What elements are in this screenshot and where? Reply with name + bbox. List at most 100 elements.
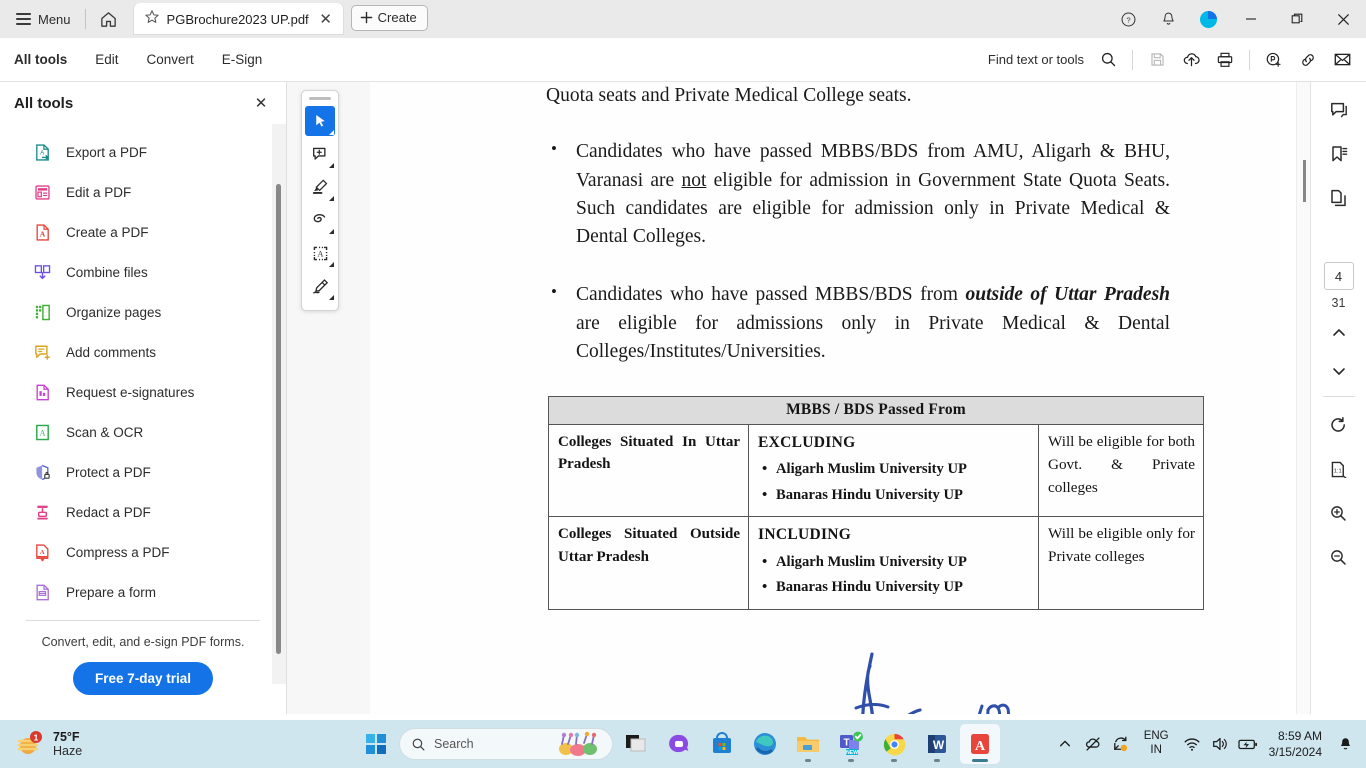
close-icon[interactable]: ✕ (250, 92, 272, 114)
toolbar-drag-handle[interactable] (309, 97, 331, 100)
microsoft-store-icon[interactable] (702, 724, 742, 764)
right-toolbar-divider (1322, 396, 1355, 397)
comment-panel-icon[interactable] (1323, 94, 1355, 126)
tab-all-tools[interactable]: All tools (0, 38, 81, 82)
adobe-acrobat-icon[interactable]: A (960, 724, 1000, 764)
sidebar-item-edit-a-pdf[interactable]: Edit a PDF (0, 172, 286, 212)
create-button[interactable]: Create (350, 4, 428, 31)
account-avatar[interactable] (1193, 4, 1223, 34)
share-link-icon[interactable] (1292, 44, 1324, 76)
microsoft-word-icon[interactable]: W (917, 724, 957, 764)
microsoft-teams-icon[interactable]: T NEW (831, 724, 871, 764)
next-page-icon[interactable] (1323, 356, 1355, 386)
page-number-input[interactable]: 4 (1323, 262, 1354, 290)
sidebar-item-label: Redact a PDF (66, 504, 151, 520)
free-trial-button[interactable]: Free 7-day trial (72, 662, 214, 695)
previous-page-icon[interactable] (1323, 318, 1355, 348)
sidebar-scrollbar-thumb[interactable] (276, 184, 281, 654)
taskbar-search[interactable]: Search (399, 728, 613, 760)
microsoft-edge-icon[interactable] (745, 724, 785, 764)
sidebar-item-export-a-pdf[interactable]: A Export a PDF (0, 132, 286, 172)
battery-charging-icon[interactable] (1235, 729, 1261, 759)
acrobat-window: Menu PGBrochure2023 UP.pdf ✕ Create ? Al… (0, 0, 1366, 768)
weather-widget[interactable]: 1 75°F Haze (0, 729, 82, 759)
draw-tool-button[interactable] (305, 205, 335, 235)
search-decoration-icon (559, 731, 597, 756)
clock-date: 3/15/2024 (1268, 745, 1322, 759)
task-view-icon[interactable] (616, 724, 656, 764)
select-tool-button[interactable] (305, 106, 335, 136)
add-comment-tool-button[interactable] (305, 139, 335, 169)
print-icon[interactable] (1209, 44, 1241, 76)
star-icon[interactable] (144, 9, 160, 30)
bookmark-panel-icon[interactable] (1323, 138, 1355, 170)
sync-pending-icon[interactable] (1108, 729, 1134, 759)
criteria-label: EXCLUDING (758, 434, 856, 452)
sidebar-item-add-comments[interactable]: Add comments (0, 332, 286, 372)
highlight-tool-button[interactable] (305, 172, 335, 202)
rotate-icon[interactable] (1323, 409, 1355, 441)
running-indicator (891, 759, 897, 762)
title-bar: Menu PGBrochure2023 UP.pdf ✕ Create ? (0, 0, 1366, 38)
text-select-tool-button[interactable]: A (305, 238, 335, 268)
sidebar-item-organize-pages[interactable]: Organize pages (0, 292, 286, 332)
document-scrollbar[interactable] (1296, 82, 1310, 714)
google-chrome-icon[interactable] (874, 724, 914, 764)
taskbar-clock[interactable]: 8:59 AM 3/15/2024 (1263, 728, 1330, 760)
onedrive-offline-icon[interactable] (1080, 729, 1106, 759)
sidebar-item-create-a-pdf[interactable]: A Create a PDF (0, 212, 286, 252)
restore-window-button[interactable] (1274, 0, 1320, 38)
wifi-icon[interactable] (1179, 729, 1205, 759)
sidebar-item-request-e-signatures[interactable]: Request e-signatures (0, 372, 286, 412)
notifications-bell-icon[interactable] (1332, 729, 1358, 759)
menu-button[interactable]: Menu (10, 5, 77, 33)
svg-text:1:1: 1:1 (1334, 468, 1342, 474)
save-icon[interactable] (1141, 44, 1173, 76)
language-indicator[interactable]: ENG IN (1136, 730, 1177, 758)
pdf-page: Quota seats and Private Medical College … (370, 82, 1280, 714)
fill-and-sign-tool-button[interactable] (305, 271, 335, 301)
email-icon[interactable] (1326, 44, 1358, 76)
tab-esign[interactable]: E-Sign (208, 38, 277, 82)
minimize-window-button[interactable] (1228, 0, 1274, 38)
promo-section: Convert, edit, and e-sign PDF forms. Fre… (0, 621, 286, 695)
help-icon[interactable]: ? (1113, 4, 1143, 34)
close-icon[interactable]: ✕ (316, 9, 336, 29)
sidebar-item-combine-files[interactable]: Combine files (0, 252, 286, 292)
search-icon[interactable] (1092, 44, 1124, 76)
tab-edit[interactable]: Edit (81, 38, 132, 82)
sidebar-item-scan-and-ocr[interactable]: A Scan & OCR (0, 412, 286, 452)
sidebar-item-redact-a-pdf[interactable]: Redact a PDF (0, 492, 286, 532)
notification-bell-icon[interactable] (1153, 4, 1183, 34)
tab-convert[interactable]: Convert (133, 38, 208, 82)
all-tools-panel: All tools ✕ A Export a PDF Edit a PDF A (0, 82, 287, 714)
svg-text:?: ? (1126, 15, 1130, 24)
volume-icon[interactable] (1207, 729, 1233, 759)
zoom-out-icon[interactable] (1323, 541, 1355, 573)
page-thumbnails-icon[interactable] (1323, 182, 1355, 214)
show-hidden-icons-chevron[interactable] (1052, 729, 1078, 759)
add-stamp-icon[interactable] (1258, 44, 1290, 76)
fit-page-icon[interactable]: 1:1 (1323, 453, 1355, 485)
close-window-button[interactable] (1320, 0, 1366, 38)
sidebar-item-label: Create a PDF (66, 224, 149, 240)
running-indicator (934, 759, 940, 762)
sidebar-item-compress-a-pdf[interactable]: A Compress a PDF (0, 532, 286, 572)
sidebar-item-prepare-a-form[interactable]: Prepare a form (0, 572, 286, 612)
upload-cloud-icon[interactable] (1175, 44, 1207, 76)
copilot-icon[interactable] (659, 724, 699, 764)
criteria-list: Aligarh Muslim University UP Banaras Hin… (758, 456, 1030, 508)
document-tab[interactable]: PGBrochure2023 UP.pdf ✕ (133, 3, 343, 35)
home-icon[interactable] (94, 4, 124, 34)
table-cell-eligibility: Will be eligible only for Private colleg… (1038, 516, 1204, 610)
sidebar-item-label: Add comments (66, 344, 157, 360)
file-explorer-icon[interactable] (788, 724, 828, 764)
document-scrollbar-thumb[interactable] (1303, 160, 1306, 202)
sidebar-scrollbar[interactable] (272, 124, 286, 684)
sidebar-item-protect-a-pdf[interactable]: Protect a PDF (0, 452, 286, 492)
windows-start-icon[interactable] (356, 724, 396, 764)
zoom-in-icon[interactable] (1323, 497, 1355, 529)
document-viewer[interactable]: Quota seats and Private Medical College … (370, 82, 1280, 714)
prepare-form-icon (32, 582, 52, 602)
svg-text:T: T (843, 738, 849, 749)
